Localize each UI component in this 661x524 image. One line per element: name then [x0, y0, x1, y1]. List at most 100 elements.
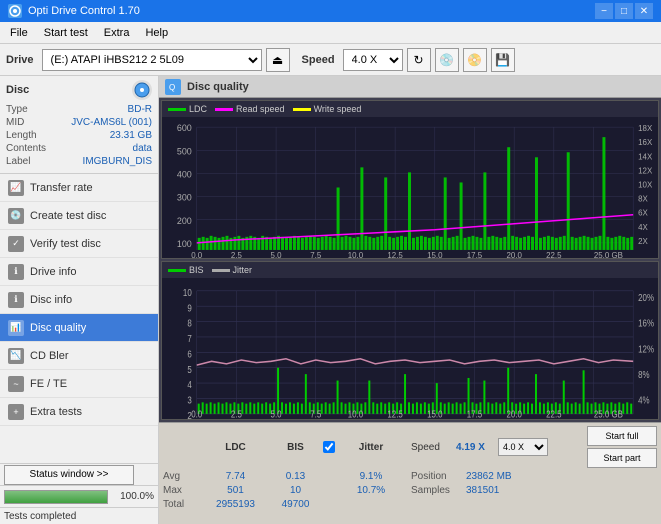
svg-text:9: 9 [187, 302, 191, 313]
sidebar-item-drive-info[interactable]: ℹ Drive info [0, 258, 158, 286]
svg-text:4: 4 [187, 379, 191, 390]
create-disc-icon: 💿 [8, 208, 24, 224]
svg-text:2.5: 2.5 [231, 409, 242, 419]
start-full-button[interactable]: Start full [587, 426, 657, 446]
avg-ldc: 7.74 [203, 471, 268, 482]
jitter-col-header: Jitter [341, 442, 401, 453]
svg-text:8: 8 [187, 318, 191, 329]
svg-text:8%: 8% [638, 369, 649, 380]
disc-mid-label: MID [6, 117, 24, 128]
max-ldc: 501 [203, 485, 268, 496]
svg-text:10X: 10X [638, 180, 653, 189]
svg-text:0.0: 0.0 [191, 409, 202, 419]
nav-drive-info-label: Drive info [30, 266, 76, 278]
sidebar-item-fe-te[interactable]: ~ FE / TE [0, 370, 158, 398]
svg-text:25.0 GB: 25.0 GB [594, 409, 623, 419]
nav-cd-bler-label: CD Bler [30, 350, 69, 362]
nav-items: 📈 Transfer rate 💿 Create test disc ✓ Ver… [0, 174, 158, 463]
nav-extra-tests-label: Extra tests [30, 406, 82, 418]
minimize-button[interactable]: − [595, 3, 613, 19]
app-icon [8, 4, 22, 18]
status-window-button[interactable]: Status window >> [4, 465, 134, 485]
save-button[interactable]: 💾 [491, 48, 515, 72]
disc-type-row: Type BD-R [6, 104, 152, 115]
disc-label-value: IMGBURN_DIS [83, 156, 152, 167]
menu-file[interactable]: File [4, 25, 34, 41]
progress-fill [5, 491, 107, 503]
svg-text:16%: 16% [638, 318, 654, 329]
read-speed-legend-label: Read speed [236, 104, 285, 114]
svg-text:6X: 6X [638, 209, 648, 218]
svg-text:20.0: 20.0 [506, 409, 521, 419]
svg-text:5: 5 [187, 364, 191, 375]
avg-label: Avg [163, 471, 203, 482]
nav-fe-te-label: FE / TE [30, 378, 67, 390]
disc-quality-title: Disc quality [187, 81, 249, 93]
svg-text:7: 7 [187, 333, 191, 344]
read-speed-legend-color [215, 108, 233, 111]
svg-text:22.5: 22.5 [546, 409, 561, 419]
svg-text:14X: 14X [638, 152, 653, 161]
bottom-chart-container: BIS Jitter [161, 261, 659, 420]
sidebar-item-create-test-disc[interactable]: 💿 Create test disc [0, 202, 158, 230]
close-button[interactable]: ✕ [635, 3, 653, 19]
jitter-checkbox[interactable] [323, 441, 335, 453]
main-area: Disc Type BD-R MID JVC-AMS6L (001) Lengt… [0, 76, 661, 524]
sidebar-item-verify-test-disc[interactable]: ✓ Verify test disc [0, 230, 158, 258]
disc-length-value: 23.31 GB [110, 130, 152, 141]
menu-help[interactable]: Help [139, 25, 174, 41]
start-part-button[interactable]: Start part [587, 448, 657, 468]
fe-te-icon: ~ [8, 376, 24, 392]
sidebar-item-extra-tests[interactable]: + Extra tests [0, 398, 158, 426]
disc-label-row: Label IMGBURN_DIS [6, 156, 152, 167]
read-speed-legend: Read speed [215, 104, 285, 114]
eject-button[interactable]: ⏏ [266, 48, 290, 72]
refresh-button[interactable]: ↻ [407, 48, 431, 72]
total-label: Total [163, 499, 203, 510]
svg-text:12X: 12X [638, 166, 653, 175]
disc-length-label: Length [6, 130, 37, 141]
top-chart-svg-container: 600 500 400 300 200 100 18X 16X 14X 12X … [162, 117, 658, 258]
charts-stats-area: LDC Read speed Write speed [159, 98, 661, 524]
max-row: Max 501 10 10.7% Samples 381501 [163, 484, 657, 497]
svg-text:7.5: 7.5 [310, 251, 322, 258]
speed-select[interactable]: 4.0 X [343, 49, 403, 71]
disc-mid-value: JVC-AMS6L (001) [71, 117, 152, 128]
sidebar-item-cd-bler[interactable]: 📉 CD Bler [0, 342, 158, 370]
disc-type-value: BD-R [128, 104, 152, 115]
svg-text:10.0: 10.0 [348, 409, 363, 419]
drive-select[interactable]: (E:) ATAPI iHBS212 2 5L09 [42, 49, 262, 71]
disc-mid-row: MID JVC-AMS6L (001) [6, 117, 152, 128]
sidebar: Disc Type BD-R MID JVC-AMS6L (001) Lengt… [0, 76, 159, 524]
menu-start-test[interactable]: Start test [38, 25, 94, 41]
top-chart-container: LDC Read speed Write speed [161, 100, 659, 259]
svg-text:12.5: 12.5 [387, 409, 402, 419]
svg-text:4X: 4X [638, 223, 648, 232]
progress-bar [4, 490, 108, 504]
nav-disc-quality-label: Disc quality [30, 322, 86, 334]
sidebar-item-disc-quality[interactable]: 📊 Disc quality [0, 314, 158, 342]
svg-text:2.5: 2.5 [231, 251, 243, 258]
disc-read-button[interactable]: 💿 [435, 48, 459, 72]
svg-text:2X: 2X [638, 237, 648, 246]
sidebar-item-disc-info[interactable]: ℹ Disc info [0, 286, 158, 314]
svg-text:16X: 16X [638, 138, 653, 147]
svg-text:5.0: 5.0 [271, 251, 283, 258]
avg-jitter: 9.1% [341, 471, 401, 482]
speed-select-stats[interactable]: 4.0 X [498, 438, 548, 456]
max-jitter: 10.7% [341, 485, 401, 496]
bis-legend: BIS [168, 265, 204, 275]
drive-info-icon: ℹ [8, 264, 24, 280]
disc-icon[interactable] [132, 80, 152, 100]
disc-contents-value: data [133, 143, 152, 154]
disc-write-button[interactable]: 📀 [463, 48, 487, 72]
progress-bar-container: 100.0% [0, 485, 158, 507]
transfer-rate-icon: 📈 [8, 180, 24, 196]
menu-extra[interactable]: Extra [98, 25, 136, 41]
maximize-button[interactable]: □ [615, 3, 633, 19]
svg-text:4%: 4% [638, 395, 649, 406]
ldc-legend-color [168, 108, 186, 111]
sidebar-item-transfer-rate[interactable]: 📈 Transfer rate [0, 174, 158, 202]
speed-value: 4.19 X [456, 442, 496, 453]
jitter-checkbox-container [323, 441, 341, 453]
